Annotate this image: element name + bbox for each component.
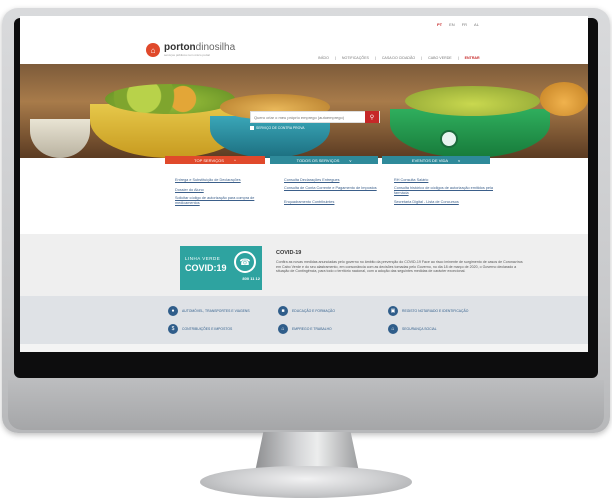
service-link[interactable]: Solicitar código de autorização para com… (175, 196, 280, 206)
search-button[interactable]: ⚲ (365, 111, 379, 123)
nav-divider: | (421, 56, 423, 60)
hero-bowl-green (390, 109, 550, 158)
logo-text: portondinosilha (164, 43, 235, 53)
tab-top-label: TOP SERVIÇOS (194, 157, 224, 163)
tab-todos-servicos[interactable]: TODOS OS SERVIÇOS v (270, 156, 378, 164)
tab-life-label: EVENTOS DE VIDA (411, 157, 449, 163)
category-label: SEGURANÇA SOCIAL (402, 327, 437, 331)
monitor-chin (8, 380, 604, 430)
lang-al[interactable]: AL (474, 22, 479, 27)
tab-top-servicos[interactable]: TOP SERVIÇOS ^ (165, 156, 265, 164)
nav-casa-do-cidadao[interactable]: CASA DO CIDADÃO (382, 56, 415, 60)
nav-divider: | (334, 56, 336, 60)
home-icon: ⌂ (278, 324, 288, 334)
car-icon: ● (168, 306, 178, 316)
category-contribuicoes[interactable]: $ CONTRIBUIÇÕES E IMPOSTOS (168, 324, 232, 334)
nav-entrar[interactable]: ENTRAR (465, 56, 480, 60)
services-panel: Entrega e Substituição de Declarações Do… (20, 164, 588, 234)
nav-divider: | (457, 56, 459, 60)
search-option[interactable]: SERVIÇO DE CONTRA PROVA (250, 126, 304, 130)
lang-en[interactable]: EN (449, 22, 455, 27)
footer-strip (20, 344, 588, 352)
search-option-label: SERVIÇO DE CONTRA PROVA (256, 126, 305, 130)
service-link[interactable]: Consulta Declarações Entregues (284, 178, 384, 183)
covid-badge-line2: COVID:19 (185, 263, 227, 273)
hero-bowl-left (30, 119, 90, 158)
category-label: CONTRIBUIÇÕES E IMPOSTOS (182, 327, 233, 331)
category-section: ● AUTOMÓVEL, TRANSPORTES E VIAGENS ■ EDU… (20, 296, 588, 344)
category-automovel[interactable]: ● AUTOMÓVEL, TRANSPORTES E VIAGENS (168, 306, 250, 316)
lang-fr[interactable]: FR (462, 22, 467, 27)
nav-inicio[interactable]: INÍCIO (318, 56, 329, 60)
category-label: EMPREGO E TRABALHO (292, 327, 332, 331)
browser-screen: PT EN FR AL ⌂ portondinosilha serviços p… (20, 16, 588, 352)
hero-fruit-pile (105, 84, 235, 114)
category-label: EDUCAÇÃO E FORMAÇÃO (292, 309, 335, 313)
search-input[interactable] (251, 112, 365, 122)
service-tabs: TOP SERVIÇOS ^ TODOS OS SERVIÇOS v EVENTOS… (20, 156, 588, 164)
covid-hotline-banner[interactable]: LINHA VERDE COVID:19 ☎ 800 11 12 (180, 246, 262, 290)
chevron-down-icon: v (349, 157, 352, 163)
graduation-icon: ■ (278, 306, 288, 316)
category-educacao[interactable]: ■ EDUCAÇÃO E FORMAÇÃO (278, 306, 335, 316)
service-link[interactable]: Secretaria Digital - Lista de Concursos (394, 200, 504, 205)
chevron-up-icon: ^ (233, 157, 236, 163)
hero-fruit-pile (540, 82, 588, 116)
logo-icon: ⌂ (146, 43, 160, 57)
nav-cabo-verde[interactable]: CABO VERDE (428, 56, 452, 60)
site-logo[interactable]: ⌂ portondinosilha serviços públicos num … (146, 43, 235, 57)
covid-text: Confira as novas medidas anunciadas pelo… (276, 260, 523, 274)
category-seguranca[interactable]: ⌂ SEGURANÇA SOCIAL (388, 324, 437, 334)
phone-icon: ☎ (234, 251, 256, 273)
category-emprego[interactable]: ⌂ EMPREGO E TRABALHO (278, 324, 332, 334)
dollar-icon: $ (168, 324, 178, 334)
service-link[interactable]: Entrega e Substituição de Declarações (175, 178, 275, 183)
covid-badge-line1: LINHA VERDE (185, 256, 221, 261)
category-label: REGISTO NOTARIADO E IDENTIFICAÇÃO (402, 309, 469, 313)
tab-eventos-vida[interactable]: EVENTOS DE VIDA v (382, 156, 490, 164)
category-registo[interactable]: ▣ REGISTO NOTARIADO E IDENTIFICAÇÃO (388, 306, 468, 316)
chevron-down-icon: v (458, 157, 461, 163)
tab-all-label: TODOS OS SERVIÇOS (296, 157, 340, 163)
logo-light: dinosilha (195, 42, 236, 53)
logo-tagline: serviços públicos num único portal (164, 53, 210, 57)
id-card-icon: ▣ (388, 306, 398, 316)
service-link[interactable]: Enquadramento Contribuintes (284, 200, 384, 205)
service-link[interactable]: Consulta histórico de códigos de autoriz… (394, 186, 504, 196)
service-link[interactable]: Consulta de Conta Corrente e Pagamento d… (284, 186, 384, 191)
logo-bold: porton (164, 42, 196, 53)
service-link[interactable]: RH Consulta Salário (394, 178, 494, 183)
nav-divider: | (374, 56, 376, 60)
covid-hotline-number: 800 11 12 (242, 276, 260, 281)
service-link[interactable]: Dossier do Aluno (175, 188, 275, 193)
covid-title: COVID-19 (276, 250, 302, 256)
search-icon: ⚲ (369, 114, 375, 121)
covid-section: LINHA VERDE COVID:19 ☎ 800 11 12 COVID-1… (20, 234, 588, 296)
hero-fruit-pile (405, 86, 540, 116)
home-icon: ⌂ (388, 324, 398, 334)
site-header: PT EN FR AL ⌂ portondinosilha serviços p… (20, 16, 588, 64)
language-switcher: PT EN FR AL (437, 22, 479, 27)
search-bar: ⚲ (250, 111, 380, 123)
hero-bowl-logo (440, 130, 458, 148)
category-label: AUTOMÓVEL, TRANSPORTES E VIAGENS (182, 309, 250, 313)
nav-notificacoes[interactable]: NOTIFICAÇÕES (342, 56, 369, 60)
top-navigation: INÍCIO | NOTIFICAÇÕES | CASA DO CIDADÃO | C… (318, 56, 480, 60)
lang-pt[interactable]: PT (437, 22, 442, 27)
search-option-checkbox[interactable] (250, 126, 254, 130)
monitor-stand-base (200, 466, 412, 498)
